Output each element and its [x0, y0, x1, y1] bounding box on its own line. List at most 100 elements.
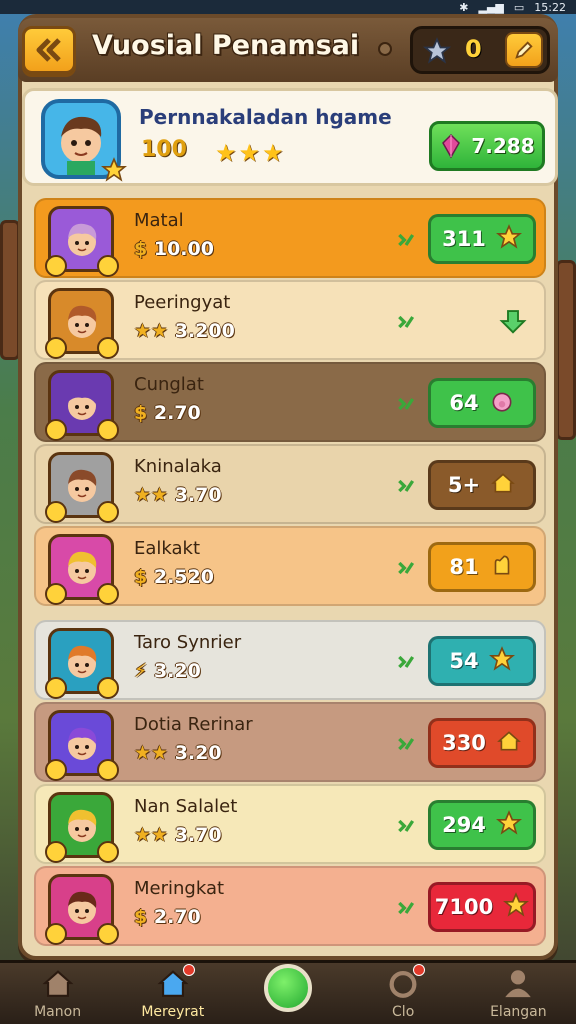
player-name: Cunglat — [134, 374, 204, 395]
list-item[interactable]: Nan Salalet ★★ 3.70 294 — [34, 784, 546, 864]
score-value: 2.520 — [147, 566, 214, 588]
edit-button[interactable] — [505, 32, 543, 68]
reward-value: 330 — [442, 731, 486, 755]
bonus-badge-icon — [97, 841, 119, 863]
tab-label: Elangan — [490, 1004, 547, 1020]
score-value: 2.70 — [147, 906, 201, 928]
score-value: 3.200 — [168, 320, 235, 342]
player-score: $ 2.520 — [134, 566, 214, 588]
profile-currency-value: 7.288 — [471, 134, 535, 158]
bonus-badge-icon — [97, 501, 119, 523]
list-item[interactable]: Taro Synrier ⚡ 3.20 54 — [34, 620, 546, 700]
status-bar: ✱ ▂▄▆ ▭ 15:22 — [0, 0, 576, 14]
avatar — [45, 874, 119, 945]
player-name: Meringkat — [134, 878, 225, 899]
coin-icon — [45, 501, 67, 523]
reward-button[interactable]: 64 — [428, 378, 536, 428]
player-score: ⚡ 3.20 — [134, 660, 201, 682]
avatar — [45, 452, 119, 523]
profile-currency-button[interactable]: 7.288 — [429, 121, 545, 171]
star-count: 0 — [465, 35, 482, 63]
score-prefix: ★★ — [134, 742, 169, 764]
battery-icon: ▭ — [513, 0, 525, 14]
profile-icon — [501, 966, 535, 1004]
tab-clo[interactable]: Clo — [355, 964, 451, 1020]
coin-icon — [45, 923, 67, 945]
coin-icon — [45, 841, 67, 863]
star-icon: ★ — [238, 139, 261, 167]
background-house — [556, 260, 576, 440]
reward-value: 7100 — [434, 895, 494, 919]
pencil-icon — [515, 41, 533, 59]
score-value: 10.00 — [147, 238, 214, 260]
reward-button[interactable]: 311 — [428, 214, 536, 264]
reward-button[interactable]: 294 — [428, 800, 536, 850]
house-icon — [41, 966, 75, 1004]
list-item[interactable]: Ealkakt $ 2.520 81 — [34, 526, 546, 606]
player-face-icon — [68, 387, 97, 420]
score-prefix: $ — [134, 238, 148, 260]
list-item[interactable]: Cunglat $ 2.70 64 — [34, 362, 546, 442]
back-button[interactable] — [22, 26, 76, 74]
reward-button[interactable]: 81 — [428, 542, 536, 592]
tab-play[interactable] — [240, 964, 336, 1020]
arrow-down-icon[interactable] — [498, 306, 528, 340]
player-face-icon — [68, 645, 97, 678]
tab-label: Manon — [34, 1004, 82, 1020]
status-marker-icon — [396, 312, 416, 336]
list-item[interactable]: Dotia Rerinar ★★ 3.20 330 — [34, 702, 546, 782]
bonus-badge-icon — [97, 923, 119, 945]
gem-icon — [442, 133, 461, 159]
avatar — [45, 206, 119, 277]
background-house — [0, 220, 20, 360]
score-prefix: ★★ — [134, 484, 169, 506]
player-face-icon — [68, 223, 97, 256]
list-item[interactable]: Meringkat $ 2.70 7100 — [34, 866, 546, 946]
avatar — [41, 99, 127, 182]
player-face-icon — [68, 809, 97, 842]
play-icon — [263, 964, 312, 1012]
player-score: $ 2.70 — [134, 402, 201, 424]
coin-icon — [45, 677, 67, 699]
list-item[interactable]: Matal $ 10.00 311 — [34, 198, 546, 278]
star-counter: 0 — [410, 26, 550, 74]
reward-button[interactable]: 7100 — [428, 882, 536, 932]
star-icon — [423, 37, 451, 64]
player-face-icon — [68, 891, 97, 924]
reward-button[interactable]: 330 — [428, 718, 536, 768]
bonus-badge-icon — [97, 759, 119, 781]
status-marker-icon — [396, 816, 416, 840]
list-item[interactable]: Peeringyat ★★ 3.200 — [34, 280, 546, 360]
bonus-badge-icon — [97, 337, 119, 359]
pig-icon — [489, 388, 515, 419]
player-name: Matal — [134, 210, 184, 231]
list-item[interactable]: Kninalaka ★★ 3.70 5+ — [34, 444, 546, 524]
reward-value: 5+ — [447, 473, 481, 497]
tab-mereyrat[interactable]: Mereyrat — [125, 964, 221, 1020]
player-score: ★★ 3.70 — [134, 824, 222, 846]
tab-label: Mereyrat — [141, 1004, 205, 1020]
reward-button[interactable]: 54 — [428, 636, 536, 686]
bottom-tab-bar: Manon Mereyrat Clo Elangan — [0, 960, 576, 1024]
bonus-badge-icon — [97, 255, 119, 277]
notification-badge — [413, 964, 426, 976]
chevron-left-icon — [36, 38, 61, 62]
score-value: 3.20 — [168, 742, 222, 764]
score-value: 2.70 — [147, 402, 201, 424]
coin-icon — [45, 419, 67, 441]
tab-manon[interactable]: Manon — [10, 966, 106, 1020]
house-icon — [496, 728, 522, 759]
avatar — [45, 628, 119, 699]
tab-label: Clo — [392, 1004, 415, 1020]
tab-elangan[interactable]: Elangan — [470, 966, 566, 1020]
reward-value: 294 — [442, 813, 486, 837]
player-face-icon — [68, 551, 97, 584]
reward-button[interactable]: 5+ — [428, 460, 536, 510]
player-name: Ealkakt — [134, 538, 201, 559]
status-marker-icon — [396, 652, 416, 676]
score-prefix: ⚡ — [134, 660, 148, 682]
player-score: $ 2.70 — [134, 906, 201, 928]
star-icon — [101, 157, 127, 182]
status-marker-icon — [396, 734, 416, 758]
bonus-badge-icon — [97, 419, 119, 441]
